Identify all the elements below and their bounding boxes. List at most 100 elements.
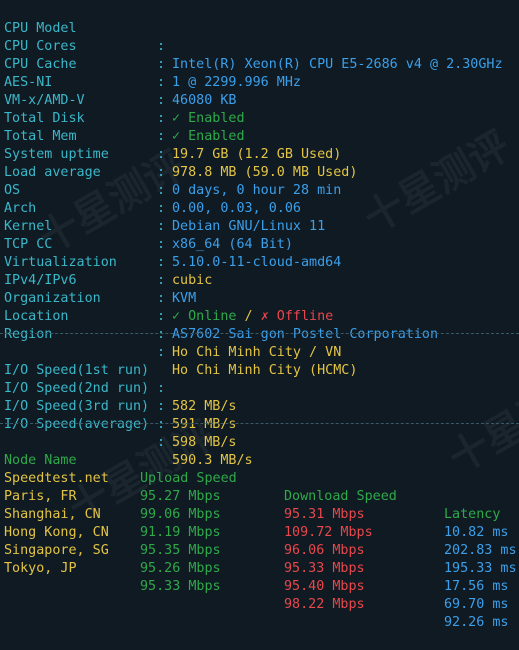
- io-value: 591 MB/s: [172, 417, 237, 432]
- divider: [0, 423, 519, 424]
- info-row-load-average: Load average : 0.00, 0.03, 0.06: [0, 146, 301, 216]
- column-header-latency: Latency: [444, 507, 501, 522]
- info-value: 978.8 MB (59.0 MB Used): [172, 165, 358, 180]
- io-value: 582 MB/s: [172, 399, 237, 414]
- latency: 195.33 ms: [444, 561, 517, 576]
- download-speed: 95.33 Mbps: [284, 561, 365, 576]
- speedtest-header: Node Name Upload Speed Download Speed La…: [0, 434, 500, 522]
- io-row-2nd: I/O Speed(2nd run) : 591 MB/s: [0, 362, 237, 432]
- info-row-organization: Organization : AS7602 Sai gon Postel Cor…: [0, 272, 438, 342]
- io-row-average: I/O Speed(average) : 590.3 MB/s: [0, 398, 253, 468]
- info-separator: :: [157, 129, 166, 144]
- upload-speed: 91.19 Mbps: [140, 525, 221, 540]
- table-row: Singapore, SG 95.26 Mbps 95.40 Mbps 69.7…: [0, 524, 509, 612]
- info-separator: :: [157, 57, 166, 72]
- info-separator: :: [157, 255, 166, 270]
- latency: 92.26 ms: [444, 615, 509, 630]
- table-row: Speedtest.net 95.27 Mbps 95.31 Mbps 10.8…: [0, 452, 509, 540]
- info-value: ✓ Enabled: [172, 111, 245, 126]
- info-separator: :: [157, 273, 166, 288]
- info-value: ✓ Online / ✗ Offline: [172, 308, 333, 326]
- info-value: cubic: [172, 273, 213, 288]
- info-row-region: Region : Ho Chi Minh City (HCMC): [0, 308, 357, 378]
- info-separator: :: [157, 201, 166, 216]
- info-row-location: Location : Ho Chi Minh City / VN: [0, 290, 341, 360]
- io-separator: :: [157, 381, 166, 396]
- table-row: Tokyo, JP 95.33 Mbps 98.22 Mbps 92.26 ms: [0, 542, 509, 630]
- download-speed: 109.72 Mbps: [284, 525, 373, 540]
- upload-speed: 99.06 Mbps: [140, 507, 221, 522]
- info-separator: :: [157, 219, 166, 234]
- info-row-virtualization: Virtualization : KVM: [0, 236, 196, 306]
- download-speed: 98.22 Mbps: [284, 597, 365, 612]
- info-separator: :: [157, 111, 166, 126]
- status-divider: /: [236, 309, 261, 324]
- info-row-arch: Arch : x86_64 (64 Bit): [0, 182, 293, 252]
- info-value: ✓ Enabled: [172, 129, 245, 144]
- info-separator: :: [157, 39, 166, 54]
- info-separator: :: [157, 165, 166, 180]
- info-separator: :: [157, 345, 166, 360]
- info-separator: :: [157, 309, 166, 324]
- table-row: Shanghai, CN 91.19 Mbps 96.06 Mbps 195.3…: [0, 488, 517, 576]
- info-row-kernel: Kernel : 5.10.0-11-cloud-amd64: [0, 200, 341, 270]
- info-value: KVM: [172, 291, 197, 306]
- info-row-vmx: VM-x/AMD-V : ✓ Enabled: [0, 74, 245, 144]
- info-row-ipv4-ipv6: IPv4/IPv6 : ✓ Online / ✗ Offline: [0, 254, 333, 324]
- upload-speed: 95.35 Mbps: [140, 543, 221, 558]
- table-row: Hong Kong, CN 95.35 Mbps 95.33 Mbps 17.5…: [0, 506, 509, 594]
- divider: [0, 333, 519, 334]
- info-row-total-disk: Total Disk : 19.7 GB (1.2 GB Used): [0, 92, 341, 162]
- info-value: 46080 KB: [172, 93, 237, 108]
- node-name: Tokyo, JP: [4, 561, 77, 576]
- info-value: AS7602 Sai gon Postel Corporation: [172, 327, 439, 342]
- info-value: Ho Chi Minh City (HCMC): [172, 363, 358, 378]
- io-separator: :: [157, 417, 166, 432]
- info-row-cpu-cache: CPU Cache : 46080 KB: [0, 38, 237, 108]
- io-row-1st: I/O Speed(1st run) : 582 MB/s: [0, 344, 237, 414]
- info-value: Debian GNU/Linux 11: [172, 219, 326, 234]
- info-separator: :: [157, 237, 166, 252]
- info-value: 1 @ 2299.996 MHz: [172, 75, 301, 90]
- info-row-total-mem: Total Mem : 978.8 MB (59.0 MB Used): [0, 110, 357, 180]
- io-row-3rd: I/O Speed(3rd run) : 598 MB/s: [0, 380, 237, 450]
- ipv6-offline-status: ✗ Offline: [260, 309, 334, 324]
- terminal-output: 十星测评 十星测评 十星测评 十星测评 CPU Model : Intel(R)…: [0, 0, 519, 630]
- info-separator: :: [157, 327, 166, 342]
- info-value: 19.7 GB (1.2 GB Used): [172, 147, 342, 162]
- info-value: 0 days, 0 hour 28 min: [172, 183, 342, 198]
- watermark: 十星测评: [441, 362, 519, 483]
- latency: 202.83 ms: [444, 543, 517, 558]
- io-value: 590.3 MB/s: [172, 453, 253, 468]
- info-row-cpu-model: CPU Model : Intel(R) Xeon(R) CPU E5-2686…: [0, 2, 503, 72]
- upload-speed: 95.33 Mbps: [140, 579, 221, 594]
- info-row-uptime: System uptime : 0 days, 0 hour 28 min: [0, 128, 341, 198]
- latency: 69.70 ms: [444, 597, 509, 612]
- column-header-download: Download Speed: [284, 489, 397, 504]
- info-value: x86_64 (64 Bit): [172, 237, 293, 252]
- info-separator: :: [157, 291, 166, 306]
- latency: 17.56 ms: [444, 579, 509, 594]
- info-value: Ho Chi Minh City / VN: [172, 345, 342, 360]
- table-row: Paris, FR 99.06 Mbps 109.72 Mbps 202.83 …: [0, 470, 517, 558]
- info-separator: :: [157, 75, 166, 90]
- info-row-aes-ni: AES-NI : ✓ Enabled: [0, 56, 245, 126]
- info-row-cpu-cores: CPU Cores : 1 @ 2299.996 MHz: [0, 20, 301, 90]
- column-header-upload: Upload Speed: [140, 471, 237, 486]
- ipv4-online-status: ✓ Online: [172, 309, 237, 324]
- info-separator: :: [157, 147, 166, 162]
- info-separator: :: [157, 93, 166, 108]
- io-separator: :: [157, 399, 166, 414]
- info-separator: :: [157, 183, 166, 198]
- latency: 10.82 ms: [444, 525, 509, 540]
- info-value: Intel(R) Xeon(R) CPU E5-2686 v4 @ 2.30GH…: [172, 57, 503, 72]
- info-row-tcp-cc: TCP CC : cubic: [0, 218, 212, 288]
- watermark: 十星测评: [356, 122, 518, 243]
- io-separator: :: [157, 435, 166, 450]
- info-value: 5.10.0-11-cloud-amd64: [172, 255, 342, 270]
- download-speed: 96.06 Mbps: [284, 543, 365, 558]
- io-label: I/O Speed(average): [4, 417, 150, 432]
- upload-speed: 95.26 Mbps: [140, 561, 221, 576]
- info-value: 0.00, 0.03, 0.06: [172, 201, 301, 216]
- info-label: Region: [4, 327, 53, 342]
